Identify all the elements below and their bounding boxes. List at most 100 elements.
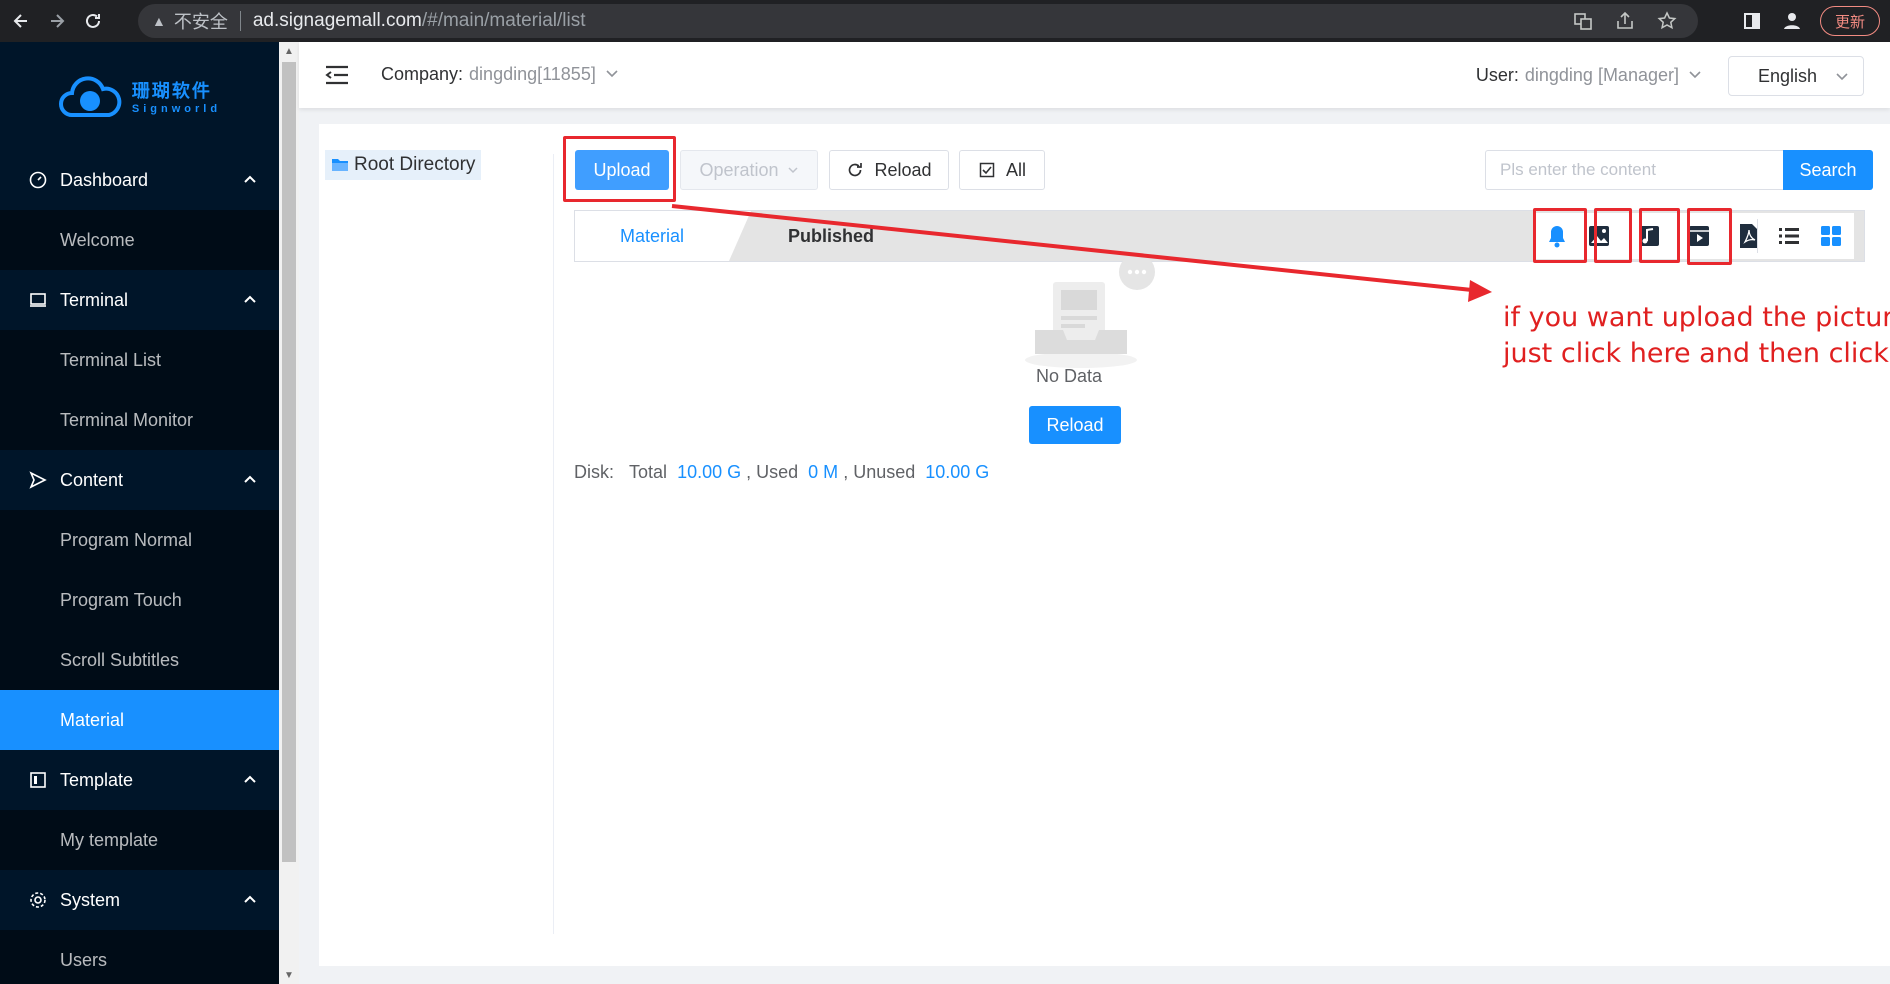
- sidebar-item-terminal-list[interactable]: Terminal List: [0, 330, 279, 390]
- tab-published[interactable]: Published: [751, 211, 911, 261]
- dashboard-icon: [28, 170, 48, 190]
- star-icon[interactable]: [1656, 10, 1678, 32]
- menu-group-system[interactable]: System: [0, 870, 279, 930]
- divider: [239, 11, 241, 31]
- chevron-down-icon: [788, 167, 798, 174]
- security-label: 不安全: [173, 12, 228, 32]
- disk-used-label: , Used: [746, 462, 799, 482]
- forward-button[interactable]: [42, 6, 72, 36]
- share-icon[interactable]: [1614, 10, 1636, 32]
- disk-used-value: 0 M: [808, 462, 839, 482]
- sidebar-item-welcome[interactable]: Welcome: [0, 210, 279, 270]
- browser-toolbar: ▲ 不安全 ad.signagemall.com/#/main/material…: [0, 0, 1890, 42]
- disk-unused-value: 10.00 G: [925, 462, 990, 482]
- refresh-icon: [846, 161, 864, 179]
- annotation-line-1: if you want upload the picture/: [1503, 302, 1890, 333]
- template-icon: [28, 770, 48, 790]
- pdf-icon[interactable]: [1734, 221, 1764, 251]
- menu-group-template[interactable]: Template: [0, 750, 279, 810]
- image-filter-highlight-box: [1533, 208, 1587, 263]
- arrow-left-icon: [13, 14, 27, 28]
- sidebar-item-scroll-subtitles[interactable]: Scroll Subtitles: [0, 630, 279, 690]
- warning-icon: ▲: [152, 13, 166, 29]
- scrollbar-thumb[interactable]: [282, 62, 296, 862]
- sidebar-item-terminal-monitor[interactable]: Terminal Monitor: [0, 390, 279, 450]
- language-select[interactable]: English: [1728, 56, 1864, 96]
- chevron-down-icon: [1689, 71, 1701, 79]
- profile-icon[interactable]: [1780, 9, 1804, 33]
- reload-label: Reload: [874, 159, 932, 180]
- reload-button[interactable]: Reload: [829, 150, 949, 190]
- chevron-up-icon: [244, 295, 256, 303]
- translate-icon[interactable]: [1572, 10, 1594, 32]
- divider: [1757, 219, 1758, 253]
- sidebar-item-material[interactable]: Material: [0, 690, 279, 750]
- search-input[interactable]: [1485, 150, 1783, 190]
- address-bar[interactable]: ▲ 不安全 ad.signagemall.com/#/main/material…: [138, 4, 1698, 38]
- menu-group-label: Terminal: [60, 289, 129, 310]
- sidebar-scrollbar[interactable]: ▲ ▼: [279, 42, 299, 984]
- cloud-logo-icon: [58, 76, 122, 117]
- chevron-down-icon: [1836, 73, 1848, 81]
- empty-text: No Data: [1035, 366, 1103, 386]
- menu-toggle-icon[interactable]: [325, 64, 349, 86]
- language-value: English: [1758, 65, 1818, 86]
- all-label: All: [1005, 159, 1026, 180]
- update-button[interactable]: 更新: [1819, 6, 1880, 36]
- refresh-button[interactable]: [78, 6, 108, 36]
- pdf-filter-highlight-box: [1687, 208, 1732, 265]
- user-selector[interactable]: User: dingding [Manager]: [1476, 65, 1702, 86]
- grid-view-icon[interactable]: [1816, 221, 1846, 251]
- tree-node-root[interactable]: Root Directory: [325, 150, 482, 180]
- gear-icon: [28, 890, 48, 910]
- tree-divider: [553, 154, 554, 934]
- sidepanel-icon[interactable]: [1740, 9, 1764, 33]
- sidebar-item-program-normal[interactable]: Program Normal: [0, 510, 279, 570]
- user-label: User:: [1475, 65, 1519, 85]
- menu-group-dashboard[interactable]: Dashboard: [0, 150, 279, 210]
- company-label: Company:: [381, 64, 464, 84]
- menu-group-label: System: [60, 889, 121, 910]
- list-view-icon[interactable]: [1774, 221, 1804, 251]
- scroll-down-icon[interactable]: ▼: [279, 966, 299, 984]
- menu-group-terminal[interactable]: Terminal: [0, 270, 279, 330]
- top-header: Company: dingding[11855] User: dingding [M…: [299, 42, 1890, 108]
- disk-label: Disk:: [574, 462, 614, 482]
- search-button[interactable]: Search: [1783, 150, 1873, 190]
- operation-dropdown[interactable]: Operation: [680, 150, 818, 190]
- sidebar-item-program-touch[interactable]: Program Touch: [0, 570, 279, 630]
- music-filter-highlight-box: [1594, 208, 1632, 263]
- menu-group-label: Dashboard: [60, 169, 149, 190]
- chevron-up-icon: [244, 895, 256, 903]
- menu-group-label: Content: [60, 469, 124, 490]
- send-icon: [28, 470, 48, 490]
- upload-highlight-box: [563, 136, 676, 202]
- chevron-down-icon: [606, 70, 618, 78]
- disk-total-label: Total: [629, 462, 668, 482]
- back-button[interactable]: [6, 6, 36, 36]
- empty-reload-button[interactable]: Reload: [1029, 406, 1121, 444]
- tree-node-label: Root Directory: [354, 154, 476, 175]
- disk-unused-label: , Unused: [843, 462, 916, 482]
- monitor-icon: [28, 290, 48, 310]
- operation-label: Operation: [699, 159, 779, 180]
- disk-usage: Disk: Total 10.00 G , Used 0 M , Unused …: [574, 462, 989, 483]
- company-value: dingding[11855]: [469, 64, 596, 84]
- annotation-text: if you want upload the picture/ just cli…: [1503, 300, 1890, 372]
- sidebar-item-my-template[interactable]: My template: [0, 810, 279, 870]
- logo-cn-text: 珊瑚软件: [131, 81, 212, 101]
- tab-material[interactable]: Material: [575, 211, 751, 261]
- select-all-button[interactable]: All: [959, 150, 1045, 190]
- annotation-line-2: just click here and then click up: [1503, 338, 1890, 369]
- sidebar-item-users[interactable]: Users: [0, 930, 279, 984]
- video-filter-highlight-box: [1639, 208, 1680, 263]
- refresh-icon: [86, 13, 100, 28]
- url-path: /#/main/material/list: [421, 10, 586, 31]
- folder-icon: [332, 159, 348, 171]
- company-selector[interactable]: Company: dingding[11855]: [381, 64, 619, 85]
- disk-total-value: 10.00 G: [677, 462, 742, 482]
- menu-group-content[interactable]: Content: [0, 450, 279, 510]
- menu-group-label: Template: [60, 769, 134, 790]
- sidebar: 珊瑚软件 Signworld Dashboard Welcome Termina…: [0, 42, 279, 984]
- scroll-up-icon[interactable]: ▲: [279, 42, 299, 60]
